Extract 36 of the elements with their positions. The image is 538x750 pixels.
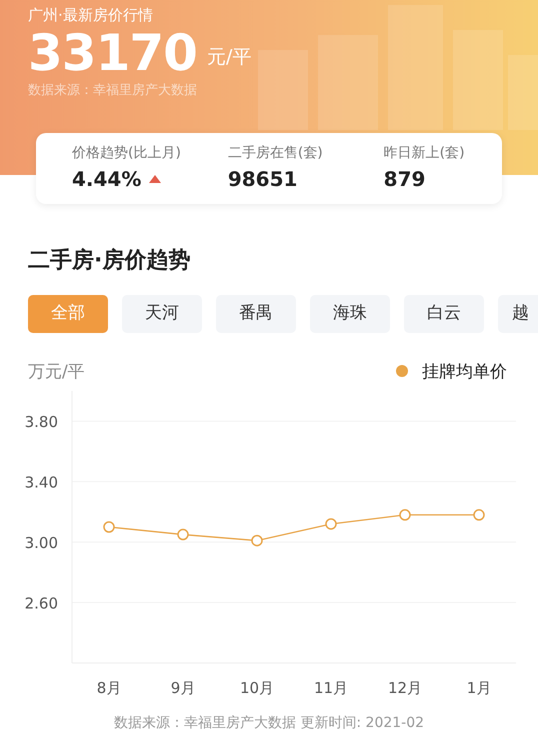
data-point: [177, 528, 189, 540]
x-tick-label: 1月: [466, 679, 492, 697]
data-point: [399, 509, 411, 521]
price-unit: 元/平: [206, 44, 252, 70]
data-point: [103, 521, 115, 533]
page-title: 广州·最新房价行情: [28, 5, 154, 26]
district-tab[interactable]: 白云: [404, 295, 484, 333]
x-tick-label: 11月: [314, 679, 348, 697]
x-tick-label: 8月: [96, 679, 122, 697]
stat-label: 二手房在售(套): [228, 144, 324, 163]
stat-value: 98651: [228, 166, 298, 193]
data-point: [251, 534, 263, 546]
y-tick-label: 3.40: [24, 474, 58, 492]
stat-value: 879: [384, 166, 426, 193]
stat-label: 价格趋势(比上月): [72, 144, 182, 163]
x-tick-label: 9月: [170, 679, 196, 697]
district-tab[interactable]: 海珠: [310, 295, 390, 333]
legend-label: 挂牌均单价: [422, 362, 507, 382]
data-point: [473, 509, 485, 521]
y-tick-label: 3.80: [24, 413, 58, 432]
price-value: 33170: [28, 26, 197, 79]
footer-source: 数据来源：幸福里房产大数据 更新时间: 2021-02: [112, 714, 426, 733]
district-tab[interactable]: 天河: [122, 295, 202, 333]
stat-label: 昨日新上(套): [384, 144, 466, 163]
district-tab[interactable]: 番禺: [216, 295, 296, 333]
district-tab[interactable]: 越: [498, 295, 538, 333]
x-tick-label: 12月: [388, 679, 422, 697]
y-tick-label: 2.60: [24, 594, 58, 613]
axis-unit-label: 万元/平: [28, 362, 85, 382]
stat-value: 4.44%: [72, 166, 142, 193]
y-tick-label: 3.00: [24, 534, 58, 552]
data-point: [325, 518, 337, 530]
data-source: 数据来源：幸福里房产大数据: [28, 82, 198, 100]
section-title: 二手房·房价趋势: [28, 246, 192, 275]
x-tick-label: 10月: [240, 679, 274, 697]
legend-marker: [396, 365, 408, 377]
